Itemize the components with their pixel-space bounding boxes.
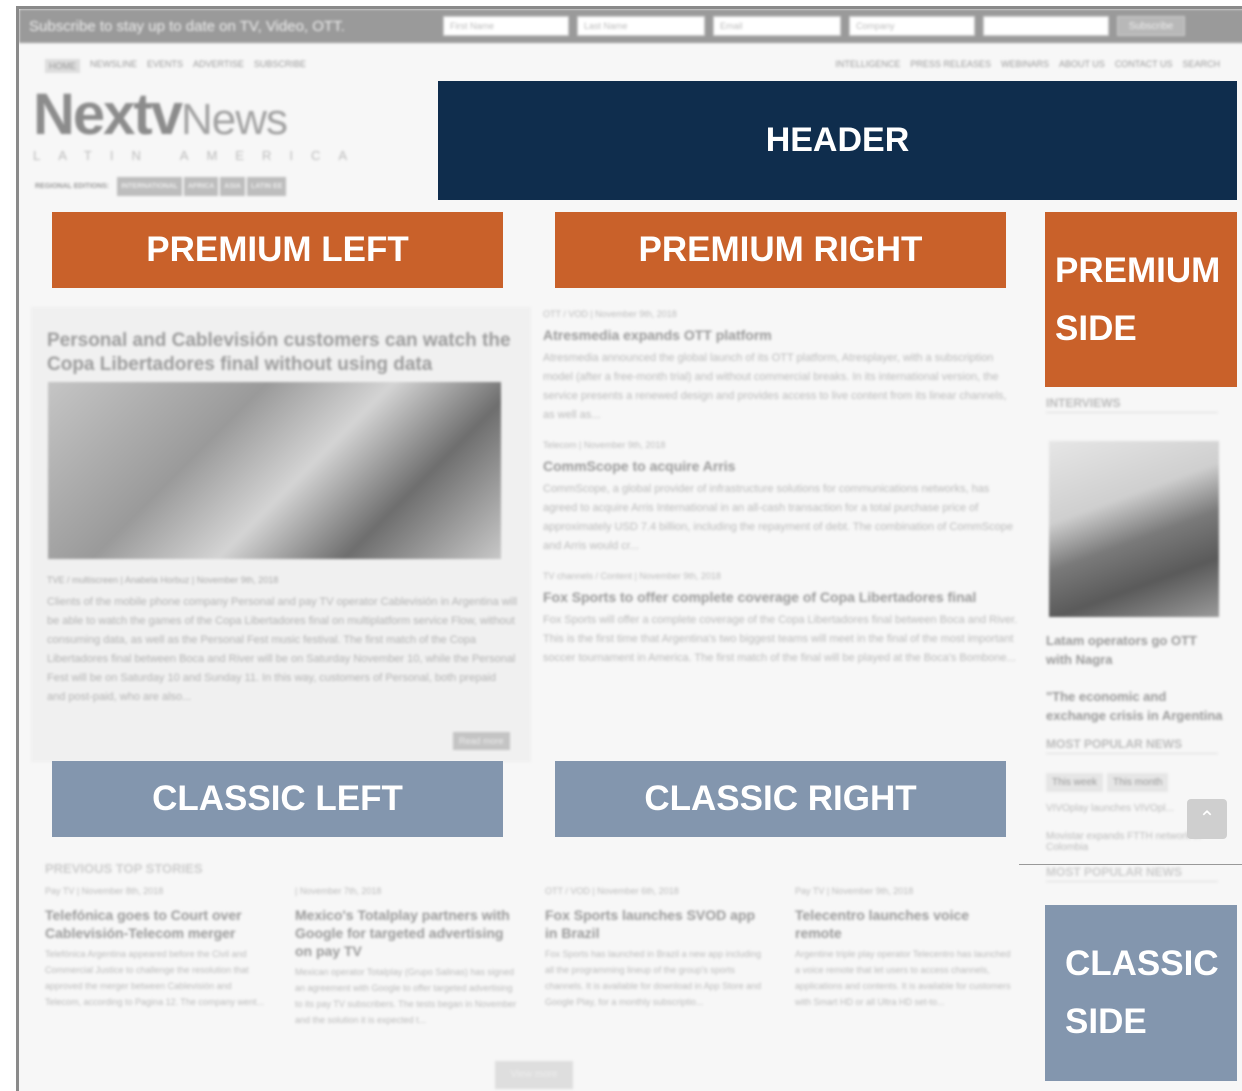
classic-right-overlay: CLASSIC RIGHT xyxy=(555,761,1006,837)
divider xyxy=(1019,864,1242,865)
most-popular-heading: MOST POPULAR NEWS xyxy=(1046,737,1218,754)
interview-title-1[interactable]: Latam operators go OTT with Nagra xyxy=(1046,631,1226,669)
interview-title-2[interactable]: "The economic and exchange crisis in Arg… xyxy=(1046,687,1226,725)
first-name-field[interactable]: First Name xyxy=(443,16,569,36)
premium-right-overlay: PREMIUM RIGHT xyxy=(555,212,1006,288)
edition-international[interactable]: INTERNATIONAL xyxy=(117,177,182,196)
popular-tabs: This week This month xyxy=(1046,773,1169,792)
list-item: TV channels / Content | November 9th, 20… xyxy=(543,571,1018,668)
list-item-title[interactable]: Atresmedia expands OTT platform xyxy=(543,327,1018,343)
editions-label: REGIONAL EDITIONS: xyxy=(35,183,110,190)
feature-photo[interactable] xyxy=(48,382,501,559)
regional-editions: REGIONAL EDITIONS: INTERNATIONAL AFRICA … xyxy=(35,177,287,196)
story-body: Fox Sports has launched in Brazil a new … xyxy=(545,949,762,1007)
main-nav: Home Newsline Events Advertise Subscribe xyxy=(45,59,306,73)
logo-subtitle: LATIN AMERICA xyxy=(33,148,366,163)
nav-intelligence[interactable]: Intelligence xyxy=(835,59,900,69)
nav-home[interactable]: Home xyxy=(45,59,80,73)
last-name-field[interactable]: Last Name xyxy=(577,16,705,36)
list-item-meta: TV channels / Content | November 9th, 20… xyxy=(543,571,721,581)
premium-side-line-2: SIDE xyxy=(1055,309,1137,348)
tab-this-month[interactable]: This month xyxy=(1107,773,1169,792)
read-more-button[interactable]: Read more xyxy=(453,732,510,750)
list-item: OTT / VOD | November 9th, 2018 Atresmedi… xyxy=(543,309,1018,425)
story-title[interactable]: Fox Sports launches SVOD app in Brazil xyxy=(545,906,767,942)
logo-bold: Nextv xyxy=(33,82,183,147)
story-title[interactable]: Telecentro launches voice remote xyxy=(795,906,1017,942)
feature-meta: TVE / multiscreen | Anabela Horbuz | Nov… xyxy=(47,575,279,585)
previous-heading: PREVIOUS TOP STORIES xyxy=(45,861,203,876)
feature-body: Clients of the mobile phone company Pers… xyxy=(47,596,518,703)
list-item-title[interactable]: Fox Sports to offer complete coverage of… xyxy=(543,589,1018,605)
story-body: Argentine triple play operator Telecentr… xyxy=(795,949,1011,1007)
classic-side-line-1: CLASSIC xyxy=(1065,944,1219,983)
list-item: Telecom | November 9th, 2018 CommScope t… xyxy=(543,440,1018,556)
feature-article: Personal and Cablevisión customers can w… xyxy=(31,307,531,762)
tab-this-week[interactable]: This week xyxy=(1046,773,1104,792)
company-field[interactable]: Company xyxy=(849,16,975,36)
story-meta: Pay TV | November 8th, 2018 xyxy=(45,886,164,896)
story-meta: OTT / VOD | November 6th, 2018 xyxy=(545,886,679,896)
nav-search[interactable]: Search xyxy=(1182,59,1220,69)
interviews-heading: INTERVIEWS xyxy=(1046,396,1218,413)
nav-events[interactable]: Events xyxy=(147,59,183,73)
nav-webinars[interactable]: Webinars xyxy=(1001,59,1049,69)
logo-thin: News xyxy=(180,95,288,144)
story-card: Pay TV | November 9th, 2018 Telecentro l… xyxy=(795,886,1017,1010)
premium-side-overlay: PREMIUM SIDE xyxy=(1045,212,1237,387)
list-item-meta: Telecom | November 9th, 2018 xyxy=(543,440,666,450)
story-meta: | November 7th, 2018 xyxy=(295,886,382,896)
edition-africa[interactable]: AFRICA xyxy=(183,177,219,196)
subscribe-bar: Subscribe to stay up to date on TV, Vide… xyxy=(19,9,1242,43)
subscribe-button[interactable]: Subscribe xyxy=(1117,16,1185,36)
nav-newsline[interactable]: Newsline xyxy=(90,59,137,73)
premium-left-overlay: PREMIUM LEFT xyxy=(52,212,503,288)
story-card: | November 7th, 2018 Mexico's Totalplay … xyxy=(295,886,517,1028)
story-title[interactable]: Telefónica goes to Court over Cablevisió… xyxy=(45,906,267,942)
view-more-button[interactable]: View more xyxy=(495,1061,573,1089)
nav-subscribe[interactable]: Subscribe xyxy=(254,59,306,73)
story-card: OTT / VOD | November 6th, 2018 Fox Sport… xyxy=(545,886,767,1010)
edition-asia[interactable]: ASIA xyxy=(220,177,245,196)
nav-about-us[interactable]: About Us xyxy=(1059,59,1105,69)
site-logo[interactable]: NextvNews LATIN AMERICA xyxy=(33,82,366,164)
nav-press-releases[interactable]: Press Releases xyxy=(910,59,991,69)
nav-advertise[interactable]: Advertise xyxy=(193,59,244,73)
list-item-meta: OTT / VOD | November 9th, 2018 xyxy=(543,309,677,319)
list-item-title[interactable]: CommScope to acquire Arris xyxy=(543,458,1018,474)
subscribe-text: Subscribe to stay up to date on TV, Vide… xyxy=(29,17,345,35)
story-title[interactable]: Mexico's Totalplay partners with Google … xyxy=(295,906,517,960)
extra-field[interactable] xyxy=(983,16,1109,36)
story-card: Pay TV | November 8th, 2018 Telefónica g… xyxy=(45,886,267,1010)
email-field[interactable]: Email xyxy=(713,16,841,36)
most-popular-heading-2: MOST POPULAR NEWS xyxy=(1046,865,1218,882)
feature-title[interactable]: Personal and Cablevisión customers can w… xyxy=(47,329,517,377)
interview-photo[interactable] xyxy=(1049,441,1219,617)
secondary-nav: Intelligence Press Releases Webinars Abo… xyxy=(835,59,1220,69)
edition-latin[interactable]: LATIN EE xyxy=(247,177,287,196)
story-body: Mexican operator Totalplay (Grupo Salina… xyxy=(295,967,517,1025)
classic-left-overlay: CLASSIC LEFT xyxy=(52,761,503,837)
story-body: Telefónica Argentina appeared before the… xyxy=(45,949,264,1007)
header-overlay: HEADER xyxy=(438,81,1237,200)
list-item-body: CommScope, a global provider of infrastr… xyxy=(543,483,1013,552)
list-item-body: Atresmedia announced the global launch o… xyxy=(543,352,1007,421)
classic-side-line-2: SIDE xyxy=(1065,1002,1147,1041)
nav-contact-us[interactable]: Contact Us xyxy=(1115,59,1173,69)
scroll-up-button[interactable]: ⌃ xyxy=(1187,799,1227,839)
list-item-body: Fox Sports will offer a complete coverag… xyxy=(543,614,1018,664)
premium-side-line-1: PREMIUM xyxy=(1055,251,1221,290)
classic-side-overlay: CLASSIC SIDE xyxy=(1045,905,1237,1081)
chevron-up-icon: ⌃ xyxy=(1198,808,1216,830)
story-meta: Pay TV | November 9th, 2018 xyxy=(795,886,914,896)
